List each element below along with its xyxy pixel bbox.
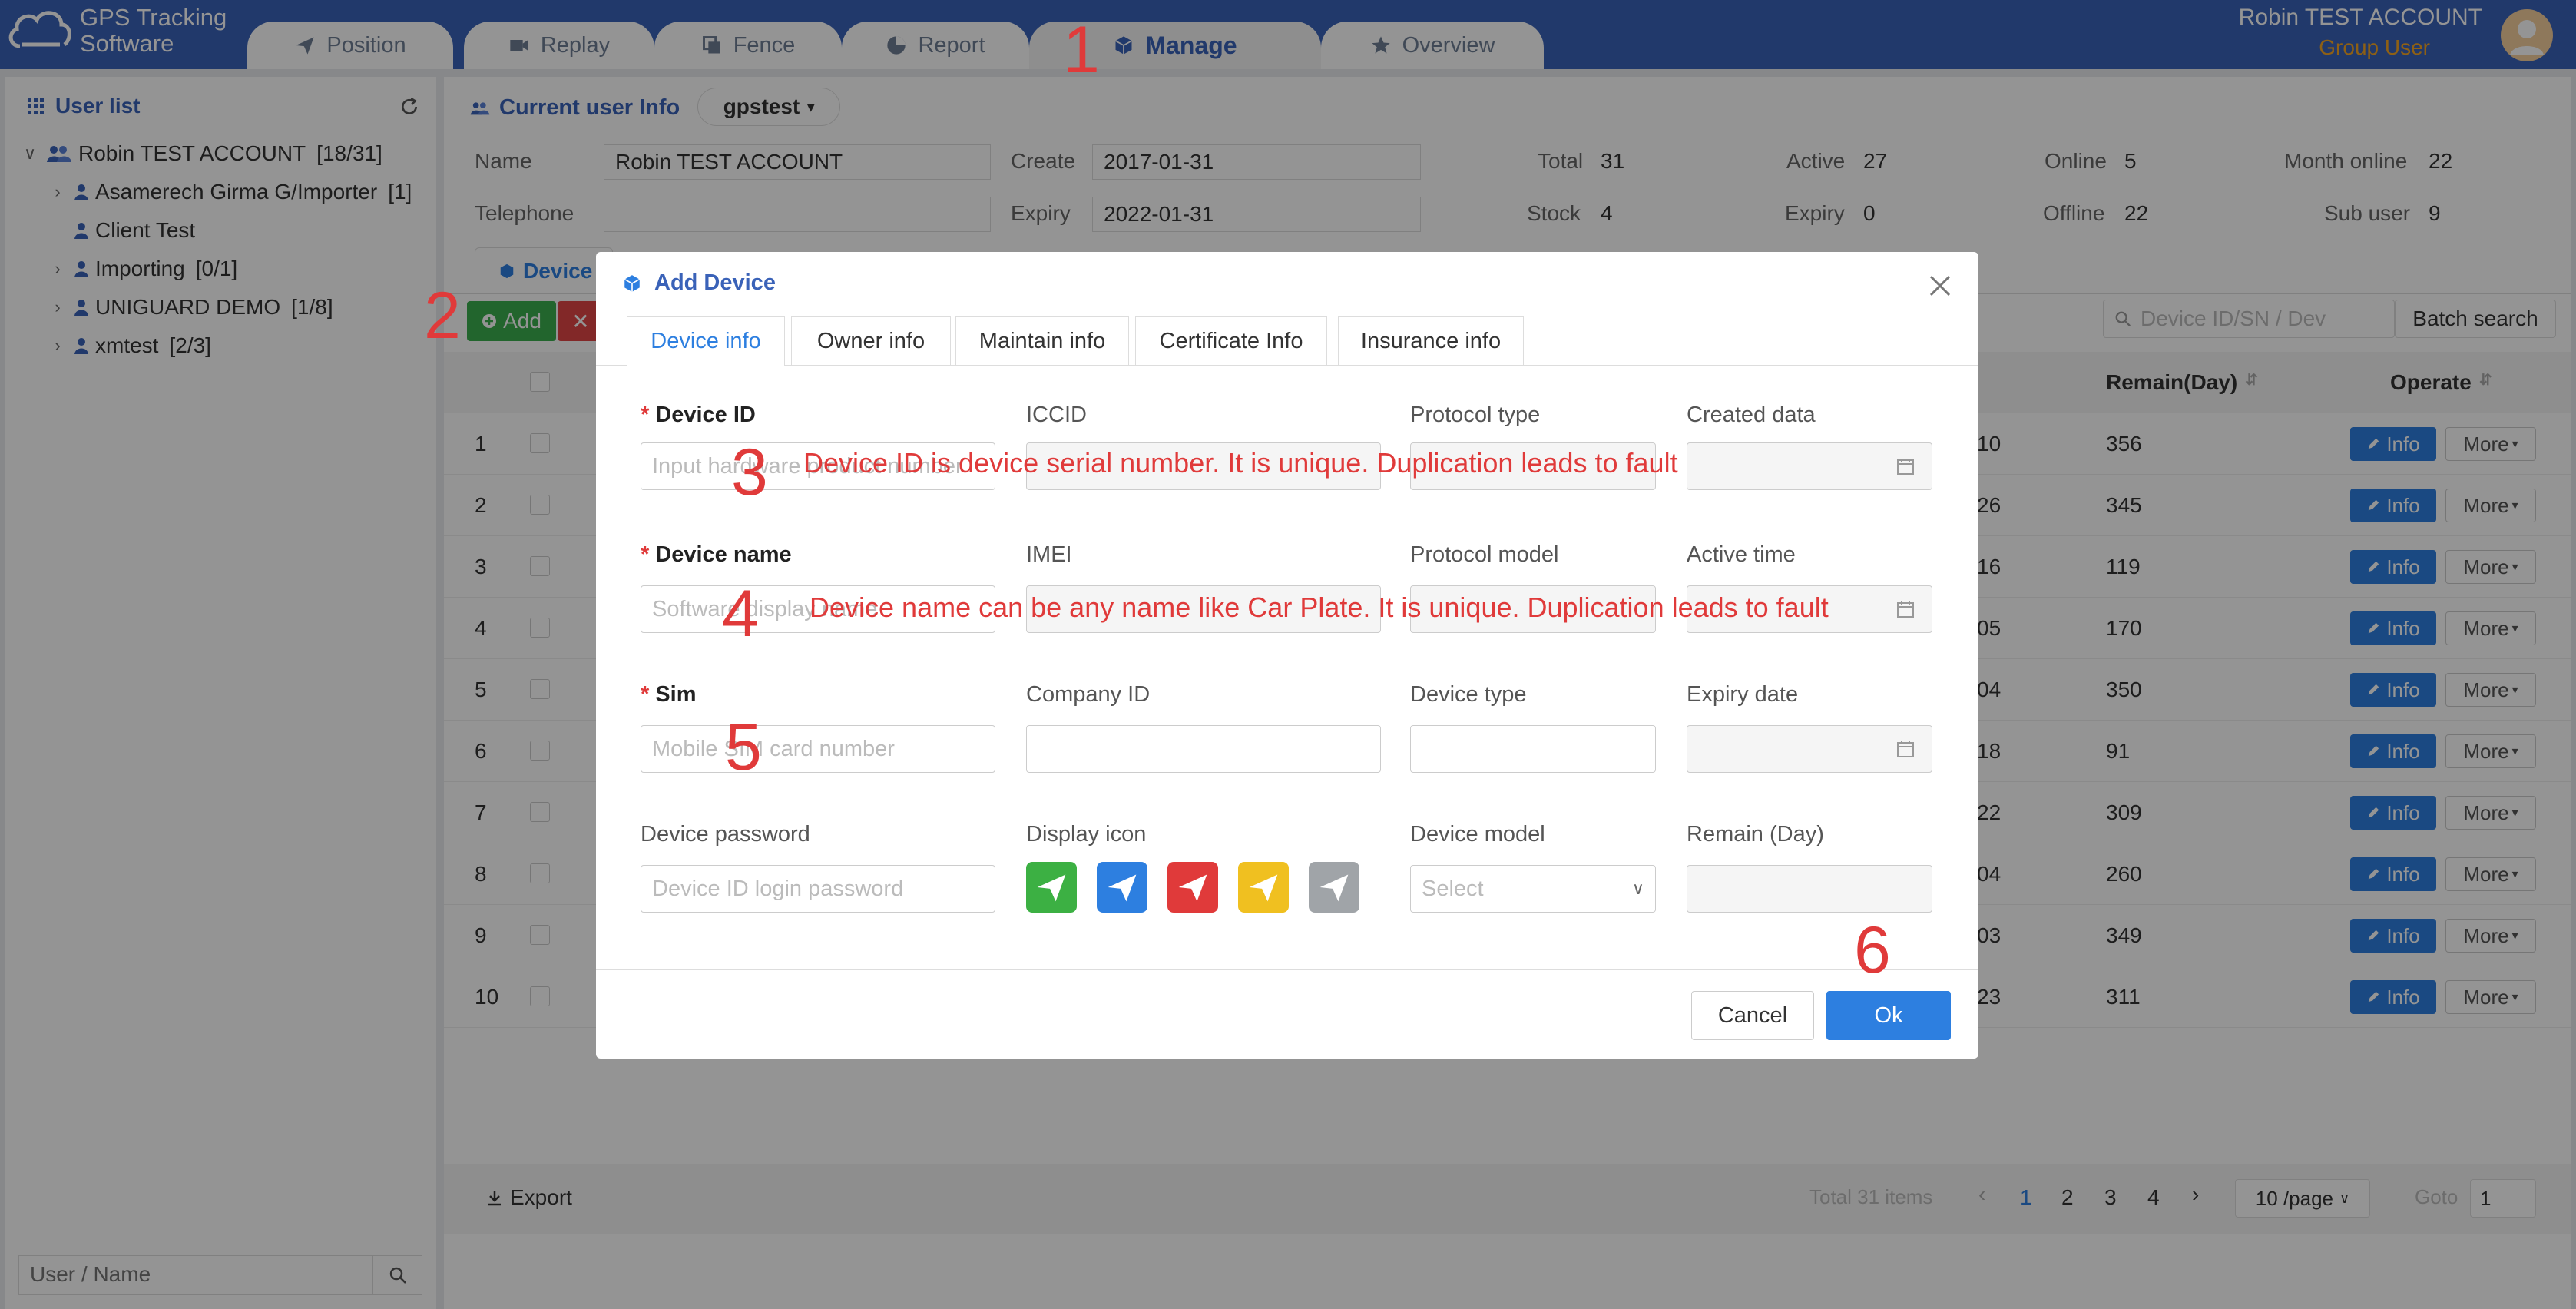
cancel-button[interactable]: Cancel — [1691, 991, 1814, 1040]
annotation-number-5: 5 — [725, 711, 762, 784]
protocol-model-label: Protocol model — [1410, 542, 1559, 567]
device-name-label-text: Device name — [655, 542, 792, 567]
device-name-label: * Device name — [641, 542, 792, 567]
device-id-label-text: Device ID — [655, 403, 756, 427]
display-icon-label: Display icon — [1026, 822, 1147, 847]
annotation-number-1: 1 — [1063, 13, 1100, 87]
annotation-number-4: 4 — [722, 577, 759, 651]
tab-insurance-info[interactable]: Insurance info — [1338, 316, 1524, 366]
device-type-label: Device type — [1410, 682, 1527, 707]
ok-button[interactable]: Ok — [1826, 991, 1951, 1040]
send-icon — [1249, 874, 1278, 902]
tab-device-info[interactable]: Device info — [627, 316, 785, 366]
dialog-footer-divider — [596, 969, 1978, 970]
tab-maintain-info[interactable]: Maintain info — [955, 316, 1129, 366]
tab-certificate-info[interactable]: Certificate Info — [1135, 316, 1327, 366]
expiry-date-input[interactable] — [1687, 725, 1932, 773]
active-time-label: Active time — [1687, 542, 1796, 567]
sim-label: * Sim — [641, 682, 697, 707]
add-device-dialog: Add Device Device info Owner info Mainta… — [596, 252, 1978, 1059]
device-id-label: * Device ID — [641, 403, 756, 427]
dialog-header: Add Device — [622, 270, 776, 296]
sim-label-text: Sim — [655, 682, 697, 707]
remain-day-input[interactable] — [1687, 865, 1932, 913]
remain-day-label: Remain (Day) — [1687, 822, 1824, 847]
annotation-number-2: 2 — [424, 279, 461, 353]
send-icon — [1178, 874, 1207, 902]
annotation-device-name: Device name can be any name like Car Pla… — [810, 592, 1829, 623]
device-password-placeholder: Device ID login password — [652, 876, 904, 901]
annotation-number-6: 6 — [1854, 913, 1891, 987]
device-type-input[interactable] — [1410, 725, 1656, 773]
display-icon-yellow[interactable] — [1238, 862, 1289, 913]
annotation-device-id: Device ID is device serial number. It is… — [803, 447, 1678, 479]
tab-owner-info[interactable]: Owner info — [791, 316, 951, 366]
sim-input[interactable]: Mobile SIM card number — [641, 725, 995, 773]
iccid-label: ICCID — [1026, 403, 1087, 427]
send-icon — [1037, 874, 1066, 902]
active-tab-gap — [627, 364, 784, 366]
display-icon-red[interactable] — [1167, 862, 1218, 913]
close-icon[interactable] — [1926, 272, 1954, 300]
device-model-select[interactable]: Select ∨ — [1410, 865, 1656, 913]
cube-icon — [624, 274, 641, 292]
company-id-input[interactable] — [1026, 725, 1381, 773]
created-data-input[interactable] — [1687, 442, 1932, 490]
send-icon — [1319, 874, 1349, 902]
display-icon-green[interactable] — [1026, 862, 1077, 913]
sim-placeholder: Mobile SIM card number — [652, 736, 895, 761]
annotation-number-3: 3 — [731, 436, 768, 509]
calendar-icon[interactable] — [1896, 457, 1915, 476]
device-password-input[interactable]: Device ID login password — [641, 865, 995, 913]
protocol-type-label: Protocol type — [1410, 403, 1541, 427]
imei-label: IMEI — [1026, 542, 1072, 567]
tab-divider — [596, 365, 1978, 366]
calendar-icon[interactable] — [1896, 740, 1915, 758]
device-model-placeholder: Select — [1422, 876, 1484, 901]
device-model-label: Device model — [1410, 822, 1545, 847]
expiry-date-label: Expiry date — [1687, 682, 1799, 707]
display-icon-blue[interactable] — [1097, 862, 1147, 913]
chevron-down-icon: ∨ — [1631, 879, 1644, 898]
calendar-icon[interactable] — [1896, 600, 1915, 618]
dialog-title: Add Device — [654, 270, 776, 295]
created-data-label: Created data — [1687, 403, 1816, 427]
send-icon — [1108, 874, 1137, 902]
display-icon-grey[interactable] — [1309, 862, 1359, 913]
device-password-label: Device password — [641, 822, 810, 847]
company-id-label: Company ID — [1026, 682, 1151, 707]
